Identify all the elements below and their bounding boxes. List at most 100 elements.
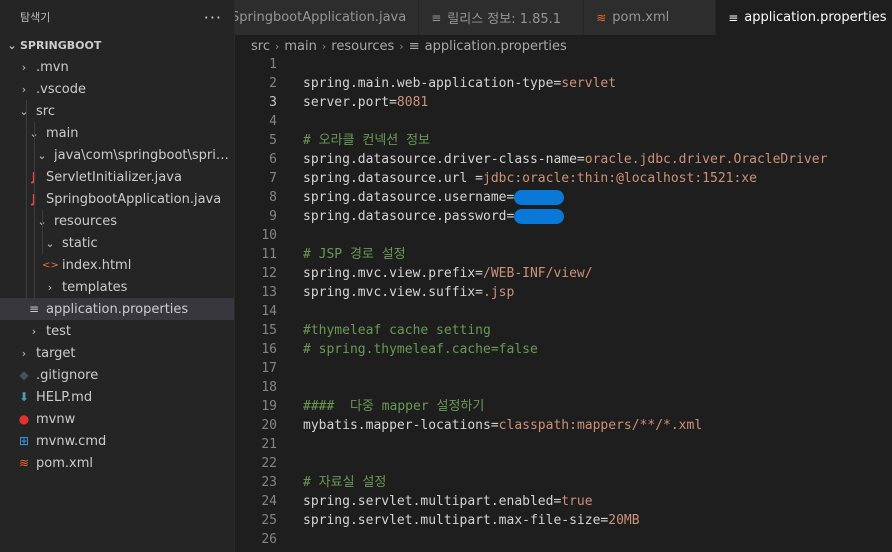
tree-item-label: mvnw <box>36 411 76 427</box>
breadcrumb-file[interactable]: application.properties <box>425 39 567 54</box>
tree-item[interactable]: ⬇ HELP.md <box>0 386 234 408</box>
code-content: # JSP 경로 설정 <box>277 245 406 264</box>
tree-item[interactable]: ⊞ mvnw.cmd <box>0 430 234 452</box>
tree-item[interactable]: › templates <box>0 276 234 298</box>
tree-item[interactable]: ⌄main <box>0 122 234 144</box>
tab-label: 릴리스 정보: 1.85.1 <box>447 12 562 27</box>
tree-item-label: .vscode <box>36 81 86 97</box>
code-line: 22 <box>235 454 892 473</box>
property-value: classpath:mappers/**/*.xml <box>498 418 703 433</box>
line-number: 14 <box>261 304 277 319</box>
tree-item[interactable]: ⌄ src <box>0 100 234 122</box>
code-line: 10 <box>235 226 892 245</box>
tree-item[interactable]: › .vscode <box>0 78 234 100</box>
tab-release-notes[interactable]: ≡ 릴리스 정보: 1.85.1 <box>419 0 585 35</box>
tree-item[interactable]: ◆ .gitignore <box>0 364 234 386</box>
tree-item[interactable]: ≋ pom.xml <box>0 452 234 474</box>
tree-item-label: HELP.md <box>36 389 93 405</box>
code-line: 12 spring.mvc.view.prefix=/WEB-INF/view/ <box>235 264 892 283</box>
line-number: 7 <box>269 171 277 186</box>
tree-item[interactable]: ⌄ static <box>0 232 234 254</box>
chevron-right-icon: › <box>21 346 27 360</box>
explorer-sidebar: 탐색기 ··· ⌄ SPRINGBOOT ›.mvn›.vscode⌄src⌄m… <box>0 0 235 552</box>
code-content: spring.mvc.view.suffix=.jsp <box>277 283 514 302</box>
tab-application-properties[interactable]: ≡ application.properties <box>716 0 892 35</box>
indent-guide <box>34 122 35 298</box>
code-content <box>277 454 303 473</box>
property-value: true <box>561 494 593 509</box>
tree-item-label: resources <box>54 213 118 229</box>
breadcrumb-main[interactable]: main <box>284 39 316 54</box>
code-line: 14 <box>235 302 892 321</box>
tree-item-label: pom.xml <box>36 455 93 471</box>
tab-springboot-application[interactable]: SpringbootApplication.java <box>235 0 420 35</box>
tree-item[interactable]: ⌄resources <box>0 210 234 232</box>
code-content: #thymeleaf cache setting <box>277 321 491 340</box>
property-value: 8081 <box>396 95 429 110</box>
code-content <box>277 530 303 549</box>
tree-item[interactable]: › .mvn <box>0 56 234 78</box>
tree-item[interactable]: ⌄ java\com\springboot\spring... <box>0 144 234 166</box>
code-line: 26 <box>235 530 892 549</box>
rss-xml-icon: ≋ <box>596 10 607 25</box>
tree-item-label: ServletInitializer.java <box>46 169 182 185</box>
preview-icon: ≡ <box>431 10 442 25</box>
line-number: 17 <box>261 361 277 376</box>
tree-item-label: index.html <box>62 257 132 273</box>
code-line: 24 spring.servlet.multipart.enabled=true <box>235 492 892 511</box>
indent-guide <box>26 100 27 298</box>
tree-item-label: main <box>46 125 79 141</box>
code-content: spring.datasource.username= <box>277 188 565 207</box>
chevron-right-icon: › <box>21 82 27 96</box>
code-comment: # 자료실 설정 <box>303 475 387 490</box>
line-number: 24 <box>261 494 277 509</box>
code-comment: # JSP 경로 설정 <box>303 247 406 262</box>
workspace-section[interactable]: ⌄ SPRINGBOOT <box>0 34 234 56</box>
code-line: 15 #thymeleaf cache setting <box>235 321 892 340</box>
line-number: 12 <box>261 266 277 281</box>
more-actions-icon[interactable]: ··· <box>204 8 222 27</box>
code-editor[interactable]: 1 2 spring.main.web-application-type=servl… <box>235 55 892 552</box>
tree-item[interactable]: JSpringbootApplication.java <box>0 188 234 210</box>
tree-item[interactable]: › test <box>0 320 234 342</box>
html-icon: <> <box>42 259 59 271</box>
tree-item[interactable]: ≡ application.properties <box>0 298 234 320</box>
windows-cmd-icon: ⊞ <box>18 434 30 448</box>
tab-label: pom.xml <box>612 10 670 25</box>
line-number: 22 <box>261 456 277 471</box>
code-content <box>277 435 303 454</box>
line-number: 4 <box>269 114 277 129</box>
tab-pom-xml[interactable]: ≋ pom.xml <box>584 0 717 35</box>
rss-xml-icon: ≋ <box>18 456 30 470</box>
tree-item[interactable]: › target <box>0 342 234 364</box>
breadcrumb-resources[interactable]: resources <box>331 39 394 54</box>
tree-item-label: mvnw.cmd <box>36 433 107 449</box>
chevron-right-icon: › <box>47 280 53 294</box>
properties-file-icon: ≡ <box>28 302 40 316</box>
tree-item[interactable]: ● mvnw <box>0 408 234 430</box>
code-line: 25 spring.servlet.multipart.max-file-size… <box>235 511 892 530</box>
property-key: spring.servlet.multipart.max-file-size= <box>303 513 609 528</box>
code-content: spring.mvc.view.prefix=/WEB-INF/view/ <box>277 264 593 283</box>
mvnw-icon: ● <box>18 412 30 426</box>
code-content: spring.datasource.password= <box>277 207 565 226</box>
property-key: spring.mvc.view.suffix= <box>303 285 484 300</box>
line-number: 10 <box>261 228 277 243</box>
chevron-down-icon: ⌄ <box>7 38 17 52</box>
breadcrumb-src[interactable]: src <box>251 39 270 54</box>
line-number: 16 <box>261 342 277 357</box>
code-line: 20 mybatis.mapper-locations=classpath:map… <box>235 416 892 435</box>
line-number: 8 <box>269 190 277 205</box>
tree-item-label: java\com\springboot\spring... <box>54 147 234 163</box>
code-content: spring.datasource.url =jdbc:oracle:thin:… <box>277 169 757 188</box>
code-line: 23 # 자료실 설정 <box>235 473 892 492</box>
tree-item[interactable]: JServletInitializer.java <box>0 166 234 188</box>
chevron-right-icon: › <box>399 39 404 53</box>
code-comment: #thymeleaf cache setting <box>303 323 491 338</box>
tree-item[interactable]: <> index.html <box>0 254 234 276</box>
redacted-value <box>514 209 565 224</box>
code-line: 19 #### 다중 mapper 설정하기 <box>235 397 892 416</box>
property-key: spring.servlet.multipart.enabled= <box>303 494 562 509</box>
properties-file-icon: ≡ <box>728 10 739 25</box>
code-content <box>277 359 303 378</box>
